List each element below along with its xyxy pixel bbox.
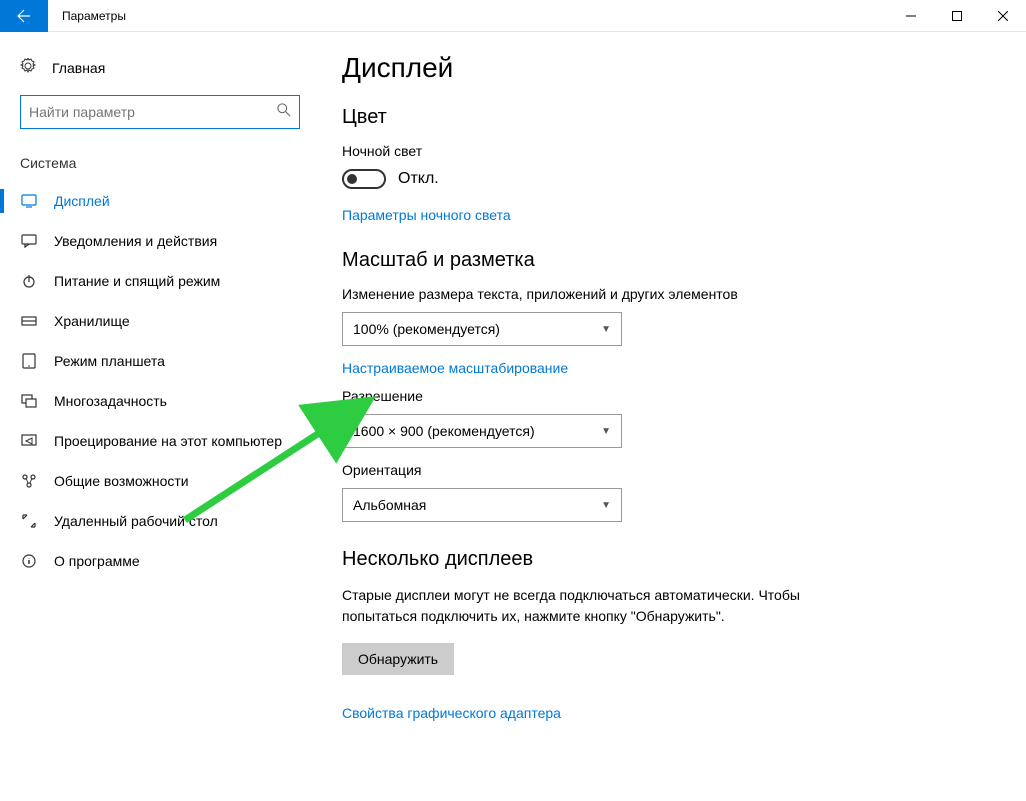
sidebar-item-label: Общие возможности (54, 473, 189, 489)
sidebar-item-tablet[interactable]: Режим планшета (0, 341, 320, 381)
search-input[interactable] (29, 104, 277, 120)
scale-label: Изменение размера текста, приложений и д… (342, 286, 996, 302)
sidebar-item-remote[interactable]: Удаленный рабочий стол (0, 501, 320, 541)
maximize-icon (952, 11, 962, 21)
sidebar-item-shared[interactable]: Общие возможности (0, 461, 320, 501)
sidebar-item-projecting[interactable]: Проецирование на этот компьютер (0, 421, 320, 461)
monitor-icon (20, 193, 38, 209)
sidebar-item-label: Дисплей (54, 193, 110, 209)
sidebar-item-label: Уведомления и действия (54, 233, 217, 249)
main-content: Дисплей Цвет Ночной свет Откл. Параметры… (320, 32, 1026, 801)
sidebar-item-label: Режим планшета (54, 353, 165, 369)
gear-icon (20, 58, 36, 77)
sidebar-item-display[interactable]: Дисплей (0, 181, 320, 221)
multi-display-body: Старые дисплеи могут не всегда подключат… (342, 585, 842, 627)
sidebar-item-multitask[interactable]: Многозадачность (0, 381, 320, 421)
sidebar-item-label: О программе (54, 553, 140, 569)
titlebar: Параметры (0, 0, 1026, 32)
toggle-state-label: Откл. (398, 170, 439, 188)
multitask-icon (20, 393, 38, 409)
orientation-select[interactable]: Альбомная ▼ (342, 488, 622, 522)
sidebar-item-label: Проецирование на этот компьютер (54, 433, 282, 449)
night-light-label: Ночной свет (342, 143, 996, 159)
search-input-wrapper[interactable] (20, 95, 300, 129)
resolution-select[interactable]: 1600 × 900 (рекомендуется) ▼ (342, 414, 622, 448)
minimize-icon (906, 11, 916, 21)
section-heading-multi: Несколько дисплеев (342, 548, 996, 571)
window-controls (888, 0, 1026, 32)
adapter-properties-link[interactable]: Свойства графического адаптера (342, 705, 996, 721)
chevron-down-icon: ▼ (601, 500, 611, 511)
sidebar-item-storage[interactable]: Хранилище (0, 301, 320, 341)
storage-icon (20, 313, 38, 329)
scale-select-value: 100% (рекомендуется) (353, 321, 500, 337)
project-icon (20, 433, 38, 449)
sidebar-home[interactable]: Главная (0, 48, 320, 87)
night-light-toggle[interactable] (342, 169, 386, 189)
arrow-left-icon (16, 8, 32, 24)
sidebar-item-label: Хранилище (54, 313, 130, 329)
page-title: Дисплей (342, 52, 996, 84)
section-heading-scale: Масштаб и разметка (342, 249, 996, 272)
chat-icon (20, 233, 38, 249)
resolution-label: Разрешение (342, 388, 996, 404)
power-icon (20, 273, 38, 289)
maximize-button[interactable] (934, 0, 980, 32)
sidebar-item-power[interactable]: Питание и спящий режим (0, 261, 320, 301)
orientation-select-value: Альбомная (353, 497, 426, 513)
sidebar-item-about[interactable]: О программе (0, 541, 320, 581)
share-icon (20, 473, 38, 489)
sidebar-section-label: Система (0, 145, 320, 181)
search-icon (277, 103, 291, 122)
sidebar-item-notifications[interactable]: Уведомления и действия (0, 221, 320, 261)
info-icon (20, 553, 38, 569)
window-title: Параметры (62, 9, 126, 23)
chevron-down-icon: ▼ (601, 426, 611, 437)
custom-scaling-link[interactable]: Настраиваемое масштабирование (342, 360, 996, 376)
back-button[interactable] (0, 0, 48, 32)
close-button[interactable] (980, 0, 1026, 32)
resolution-select-value: 1600 × 900 (рекомендуется) (353, 423, 535, 439)
sidebar: Главная Система Дисплей Уведомления и де… (0, 32, 320, 801)
detect-button[interactable]: Обнаружить (342, 643, 454, 675)
sidebar-item-label: Питание и спящий режим (54, 273, 220, 289)
tablet-icon (20, 353, 38, 369)
orientation-label: Ориентация (342, 462, 996, 478)
close-icon (998, 11, 1008, 21)
remote-icon (20, 513, 38, 529)
minimize-button[interactable] (888, 0, 934, 32)
sidebar-item-label: Многозадачность (54, 393, 167, 409)
section-heading-color: Цвет (342, 106, 996, 129)
chevron-down-icon: ▼ (601, 324, 611, 335)
sidebar-home-label: Главная (52, 60, 105, 76)
sidebar-item-label: Удаленный рабочий стол (54, 513, 218, 529)
scale-select[interactable]: 100% (рекомендуется) ▼ (342, 312, 622, 346)
night-light-settings-link[interactable]: Параметры ночного света (342, 207, 996, 223)
